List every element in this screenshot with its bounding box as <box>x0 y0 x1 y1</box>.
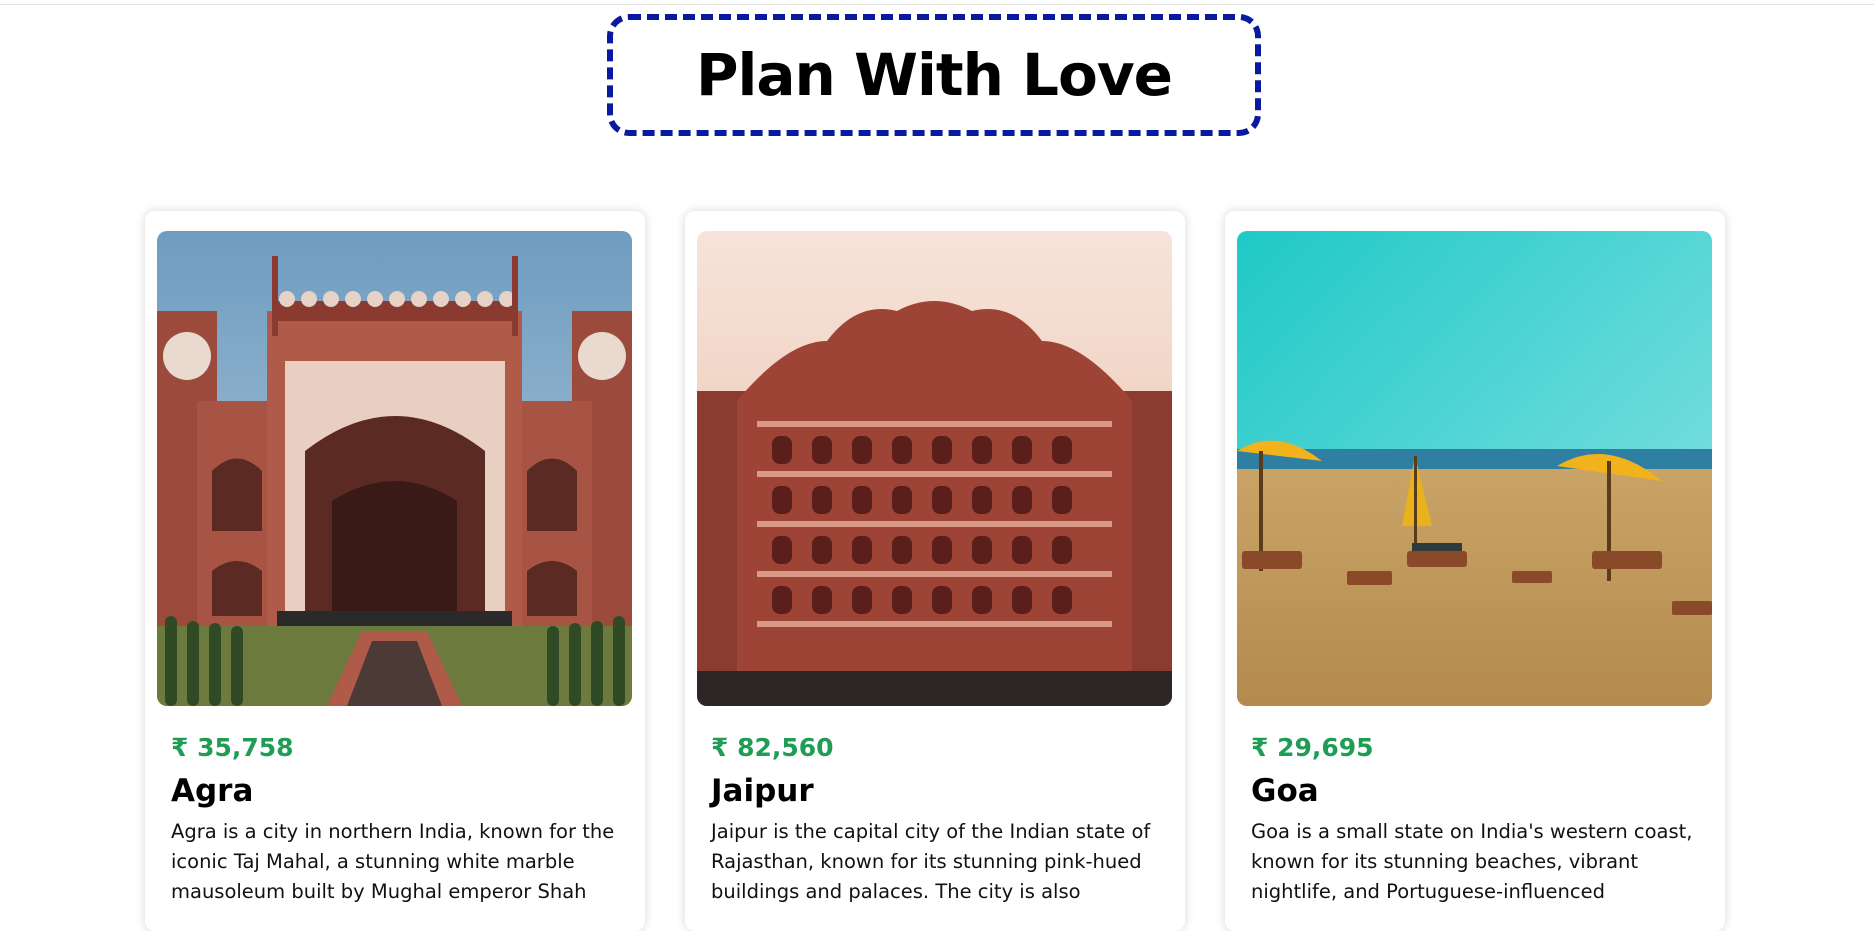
tour-price: ₹ 35,758 <box>171 733 294 762</box>
tour-card-jaipur[interactable]: ₹ 82,560 Jaipur Jaipur is the capital ci… <box>685 211 1185 931</box>
tour-description: Agra is a city in northern India, known … <box>171 820 615 903</box>
tour-card-agra[interactable]: ₹ 35,758 Agra Agra is a city in northern… <box>145 211 645 931</box>
tour-description: Jaipur is the capital city of the Indian… <box>711 820 1151 903</box>
page-title: Plan With Love <box>695 41 1173 109</box>
tour-image-jaipur <box>697 231 1172 706</box>
tour-price: ₹ 29,695 <box>1251 733 1374 762</box>
agra-gate-image <box>157 231 632 706</box>
tour-city: Goa <box>1251 773 1319 809</box>
tour-city: Jaipur <box>711 773 814 809</box>
tour-city: Agra <box>171 773 254 809</box>
tour-price: ₹ 82,560 <box>711 733 834 762</box>
tour-image-goa <box>1237 231 1712 706</box>
tour-image-agra <box>157 231 632 706</box>
tour-card-goa[interactable]: ₹ 29,695 Goa Goa is a small state on Ind… <box>1225 211 1725 931</box>
tour-description: Goa is a small state on India's western … <box>1251 820 1693 903</box>
jaipur-palace-image <box>697 231 1172 706</box>
goa-beach-image <box>1237 231 1712 706</box>
top-divider <box>0 4 1874 5</box>
page-title-box: Plan With Love <box>607 14 1261 136</box>
